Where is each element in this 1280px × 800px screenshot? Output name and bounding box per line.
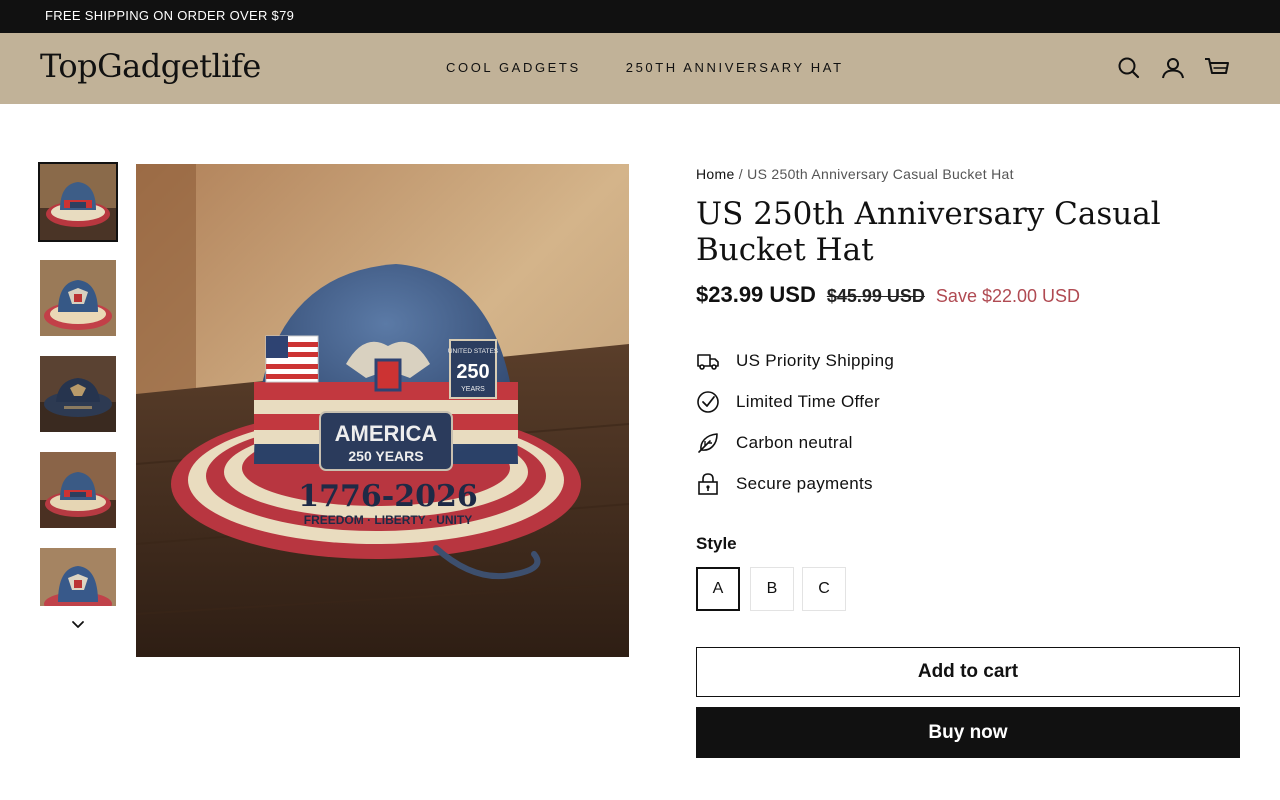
badge-top-text: UNITED STATES bbox=[448, 348, 499, 355]
style-option-a[interactable]: A bbox=[696, 567, 740, 611]
feature-item-offer: Limited Time Offer bbox=[696, 389, 880, 415]
account-icon[interactable] bbox=[1160, 55, 1186, 81]
site-header: TopGadgetlife COOL GADGETS 250TH ANNIVER… bbox=[0, 33, 1280, 104]
nav-link-cool-gadgets[interactable]: COOL GADGETS bbox=[446, 60, 581, 75]
motto-text: FREEDOM · LIBERTY · UNITY bbox=[304, 513, 472, 527]
style-option-b[interactable]: B bbox=[750, 567, 794, 611]
feature-item-carbon: Carbon neutral bbox=[696, 430, 852, 456]
breadcrumb-separator: / bbox=[738, 166, 743, 182]
sale-price: $23.99 USD bbox=[696, 282, 816, 307]
nav-link-250th-anniversary-hat[interactable]: 250TH ANNIVERSARY HAT bbox=[626, 60, 844, 75]
thumbnail-1[interactable] bbox=[38, 162, 118, 242]
style-option-c[interactable]: C bbox=[802, 567, 846, 611]
savings-text: Save $22.00 USD bbox=[935, 286, 1081, 306]
style-label: Style bbox=[696, 534, 737, 553]
breadcrumb: Home / US 250th Anniversary Casual Bucke… bbox=[696, 166, 1014, 182]
feature-label: US Priority Shipping bbox=[736, 351, 895, 370]
feature-item-shipping: US Priority Shipping bbox=[696, 348, 894, 374]
add-to-cart-button[interactable]: Add to cart bbox=[696, 647, 1240, 697]
chevron-down-icon[interactable] bbox=[68, 614, 88, 634]
announcement-bar: FREE SHIPPING ON ORDER OVER $79 bbox=[0, 0, 1280, 33]
announcement-text: FREE SHIPPING ON ORDER OVER $79 bbox=[45, 8, 295, 23]
main-product-image[interactable]: UNITED STATES 250 YEARS AMERICA 250 YEAR… bbox=[136, 164, 629, 657]
thumbnail-2[interactable] bbox=[40, 260, 116, 336]
price-row: $23.99 USD $45.99 USD Save $22.00 USD bbox=[696, 282, 1080, 308]
thumbnail-3[interactable] bbox=[40, 356, 116, 432]
feature-item-payments: Secure payments bbox=[696, 471, 872, 497]
patch-bottom-text: 250 YEARS bbox=[348, 448, 423, 464]
main-nav: COOL GADGETS 250TH ANNIVERSARY HAT bbox=[446, 60, 844, 75]
feature-label: Secure payments bbox=[736, 474, 873, 493]
compare-price: $45.99 USD bbox=[826, 286, 925, 306]
thumbnail-4[interactable] bbox=[40, 452, 116, 528]
truck-icon bbox=[696, 349, 720, 373]
search-icon[interactable] bbox=[1116, 55, 1142, 81]
site-logo[interactable]: TopGadgetlife bbox=[40, 47, 261, 85]
badge-bottom-text: YEARS bbox=[461, 386, 485, 393]
product-title: US 250th Anniversary Casual Bucket Hat bbox=[696, 196, 1161, 268]
breadcrumb-home-link[interactable]: Home bbox=[696, 166, 735, 182]
feature-label: Carbon neutral bbox=[736, 433, 853, 452]
patch-top-text: AMERICA bbox=[335, 421, 438, 446]
leaf-icon bbox=[696, 431, 720, 455]
checkmark-circle-icon bbox=[696, 390, 720, 414]
badge-number-text: 250 bbox=[456, 361, 489, 383]
years-text: 1776-2026 bbox=[298, 479, 477, 514]
cart-icon[interactable] bbox=[1204, 55, 1230, 81]
feature-label: Limited Time Offer bbox=[736, 392, 880, 411]
buy-now-button[interactable]: Buy now bbox=[696, 707, 1240, 758]
breadcrumb-current: US 250th Anniversary Casual Bucket Hat bbox=[747, 166, 1014, 182]
thumbnail-5[interactable] bbox=[40, 548, 116, 606]
lock-icon bbox=[696, 472, 720, 496]
